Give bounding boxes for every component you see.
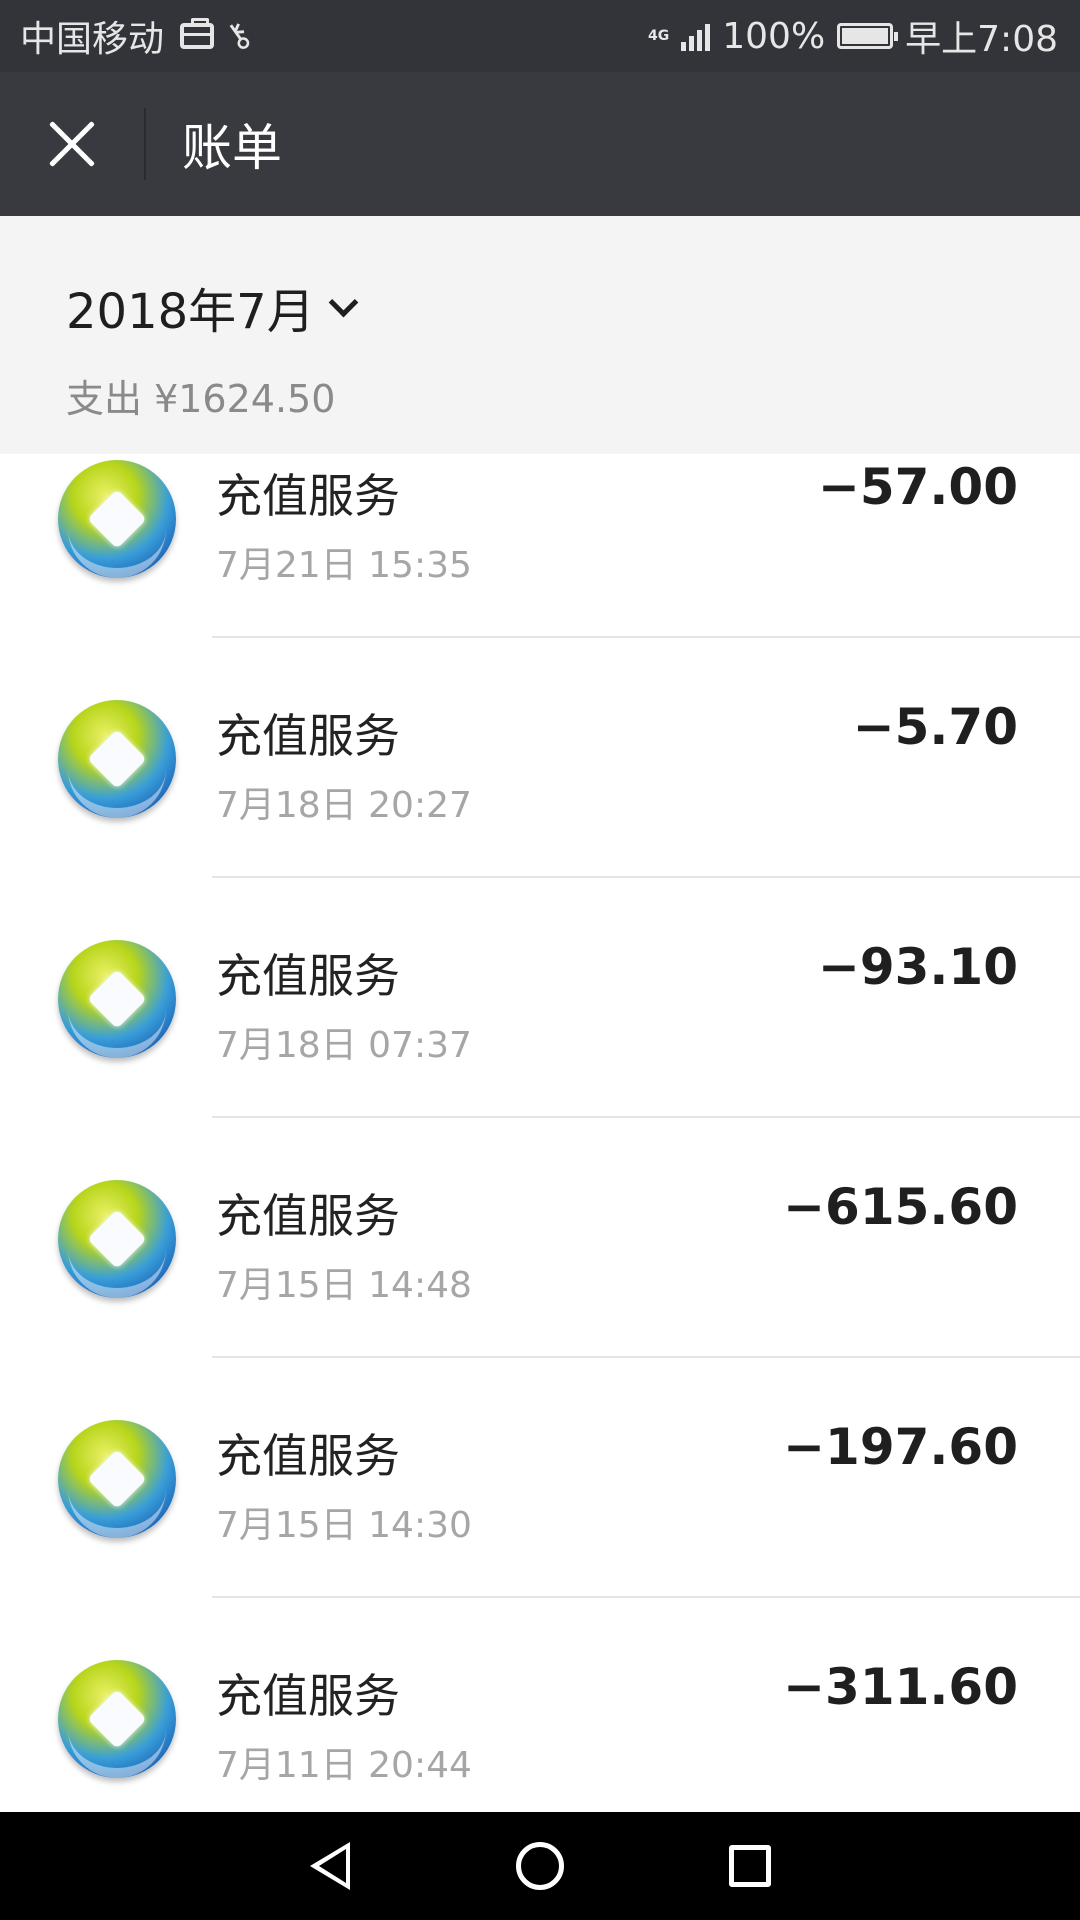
battery-icon xyxy=(837,23,899,49)
bill-list-item[interactable]: 充值服务 7月21日 15:35 −57.00 xyxy=(0,454,1080,638)
status-left: 中国移动 ⚷ xyxy=(20,10,260,62)
recharge-service-icon xyxy=(58,460,176,578)
battery-percentage: 100% xyxy=(722,15,826,57)
recharge-service-icon xyxy=(58,1420,176,1538)
close-icon xyxy=(48,120,96,168)
bill-amount: −311.60 xyxy=(783,1658,1018,1716)
bill-amount: −615.60 xyxy=(783,1178,1018,1236)
status-right: 4G 100% 早上7:08 xyxy=(648,10,1058,62)
title-divider xyxy=(144,108,146,180)
bill-amount: −197.60 xyxy=(783,1418,1018,1476)
bill-list: 充值服务 7月21日 15:35 −57.00 充值服务 7月18日 20:27 −5.7… xyxy=(0,454,1080,1812)
bill-time: 7月15日 14:30 xyxy=(216,1505,472,1546)
month-expense-summary: 支出 ¥1624.50 xyxy=(66,377,336,421)
bill-title: 充值服务 xyxy=(216,709,400,763)
key-icon: ⚷ xyxy=(216,12,261,60)
home-button[interactable] xyxy=(510,1836,570,1896)
recharge-service-icon xyxy=(58,940,176,1058)
bill-title: 充值服务 xyxy=(216,1669,400,1723)
bill-time: 7月18日 20:27 xyxy=(216,785,472,826)
back-icon xyxy=(310,1842,350,1890)
title-bar: 账单 xyxy=(0,72,1080,216)
bill-title: 充值服务 xyxy=(216,949,400,1003)
bill-list-item[interactable]: 充值服务 7月15日 14:48 −615.60 xyxy=(0,1118,1080,1358)
bill-list-item[interactable]: 充值服务 7月11日 20:44 −311.60 xyxy=(0,1598,1080,1812)
bill-title: 充值服务 xyxy=(216,1429,400,1483)
bill-time: 7月21日 15:35 xyxy=(216,545,472,586)
bill-amount: −93.10 xyxy=(817,938,1018,996)
recharge-service-icon xyxy=(58,1660,176,1778)
back-button[interactable] xyxy=(300,1836,360,1896)
bill-title: 充值服务 xyxy=(216,469,400,523)
bill-amount: −57.00 xyxy=(817,458,1018,516)
page-title: 账单 xyxy=(182,119,282,177)
bill-title: 充值服务 xyxy=(216,1189,400,1243)
status-bar: 中国移动 ⚷ 4G 100% 早上7:08 xyxy=(0,0,1080,72)
navigation-bar xyxy=(0,1812,1080,1920)
recents-icon xyxy=(729,1845,771,1887)
bill-screen: 中国移动 ⚷ 4G 100% 早上7:08 账单 2018年7月 支出 ¥162… xyxy=(0,0,1080,1920)
briefcase-icon xyxy=(180,18,215,49)
battery-level xyxy=(842,28,889,44)
carrier-name: 中国移动 xyxy=(20,19,165,60)
home-icon xyxy=(516,1842,564,1890)
bill-list-item[interactable]: 充值服务 7月15日 14:30 −197.60 xyxy=(0,1358,1080,1598)
bill-time: 7月11日 20:44 xyxy=(216,1745,472,1786)
bill-time: 7月15日 14:48 xyxy=(216,1265,472,1306)
signal-icon xyxy=(681,21,711,51)
chevron-down-icon xyxy=(329,292,355,318)
recharge-service-icon xyxy=(58,1180,176,1298)
network-type-icon: 4G xyxy=(648,28,670,44)
bill-list-item[interactable]: 充值服务 7月18日 20:27 −5.70 xyxy=(0,638,1080,878)
recharge-service-icon xyxy=(58,700,176,818)
recents-button[interactable] xyxy=(720,1836,780,1896)
clock: 早上7:08 xyxy=(905,19,1058,60)
month-header: 2018年7月 支出 ¥1624.50 xyxy=(0,216,1080,454)
month-selector[interactable]: 2018年7月 xyxy=(66,272,1080,342)
bill-time: 7月18日 07:37 xyxy=(216,1025,472,1066)
bill-list-item[interactable]: 充值服务 7月18日 07:37 −93.10 xyxy=(0,878,1080,1118)
close-button[interactable] xyxy=(0,72,144,216)
month-label: 2018年7月 xyxy=(66,284,315,340)
bill-amount: −5.70 xyxy=(852,698,1018,756)
